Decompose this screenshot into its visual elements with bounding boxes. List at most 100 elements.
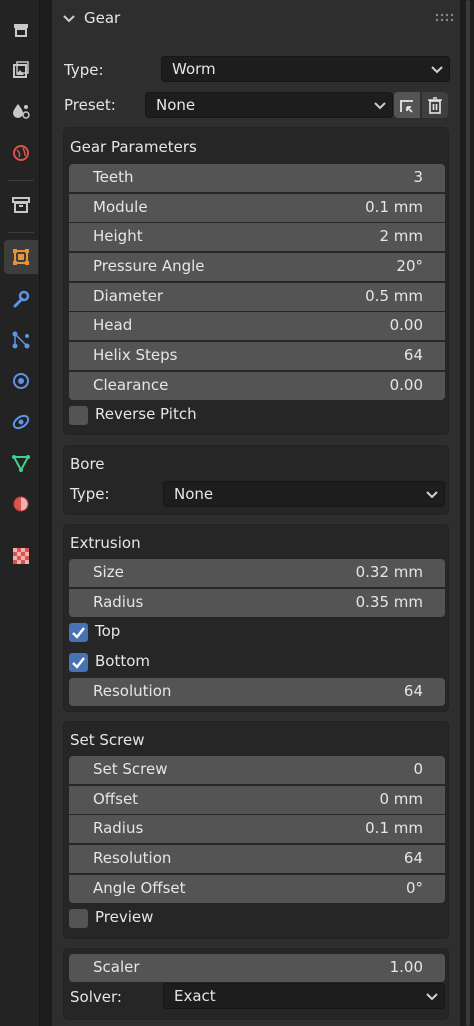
extrusion-resolution-field[interactable]: Resolution 64	[69, 678, 445, 706]
field-value: 2 mm	[379, 227, 423, 246]
tab-constraints[interactable]	[4, 405, 38, 439]
height-field[interactable]: Height 2 mm	[69, 223, 445, 252]
field-label: Set Screw	[93, 760, 168, 778]
physics-icon	[13, 373, 29, 389]
bore-type-value: None	[174, 485, 214, 503]
chevron-down-icon	[431, 66, 443, 74]
radius-field[interactable]: Radius 0.35 mm	[69, 588, 445, 617]
field-label: Radius	[93, 592, 144, 611]
bore-type-label: Type:	[70, 485, 110, 503]
teeth-field[interactable]: Teeth 3	[69, 164, 445, 192]
drag-grip-icon[interactable]	[435, 13, 455, 23]
tab-output[interactable]	[4, 94, 38, 128]
pressure-angle-field[interactable]: Pressure Angle 20°	[69, 253, 445, 282]
preview-checkbox[interactable]	[69, 909, 88, 928]
tab-material[interactable]	[4, 487, 38, 521]
head-field[interactable]: Head 0.00	[69, 312, 445, 341]
texture-icon	[13, 548, 29, 564]
top-checkbox[interactable]	[69, 623, 88, 642]
world-icon	[13, 145, 29, 161]
size-field[interactable]: Size 0.32 mm	[69, 559, 445, 587]
tab-collection[interactable]	[4, 188, 38, 222]
field-value: 0.1 mm	[365, 819, 423, 838]
field-label: Angle Offset	[93, 878, 186, 897]
properties-tab-strip	[0, 0, 40, 1026]
panel-scrollbar[interactable]	[466, 0, 470, 1026]
type-dropdown[interactable]: Worm	[161, 56, 450, 82]
tab-world[interactable]	[4, 136, 38, 170]
field-label: Radius	[93, 819, 144, 838]
mesh-data-icon	[12, 455, 30, 473]
tab-tool[interactable]	[4, 13, 38, 47]
solver-value: Exact	[174, 987, 216, 1005]
preset-label: Preset:	[64, 96, 116, 114]
set-screw-resolution-field[interactable]: Resolution 64	[69, 845, 445, 874]
set-screw-fields: Set Screw 0 Offset 0 mm Radius 0.1 mm Resol…	[69, 756, 445, 904]
gear-parameters-fields: Teeth 3 Module 0.1 mm Height 2 mm Pressure …	[69, 164, 445, 402]
reverse-pitch-label: Reverse Pitch	[95, 405, 197, 423]
tab-data[interactable]	[4, 446, 38, 480]
solver-dropdown[interactable]: Exact	[163, 983, 445, 1009]
reverse-pitch-checkbox[interactable]	[69, 406, 88, 425]
clearance-field[interactable]: Clearance 0.00	[69, 371, 445, 400]
panel-title: Gear	[84, 9, 121, 27]
add-preset-button[interactable]	[394, 92, 420, 118]
field-value: 0°	[405, 878, 423, 897]
add-preset-icon	[400, 100, 413, 113]
extrusion-fields: Size 0.32 mm Radius 0.35 mm	[69, 559, 445, 618]
field-label: Diameter	[93, 286, 164, 305]
field-value: 20°	[396, 257, 423, 276]
field-value: 0.35 mm	[355, 592, 423, 611]
field-value: 0.00	[389, 375, 423, 394]
set-screw-count-field[interactable]: Set Screw 0	[69, 756, 445, 784]
field-label: Pressure Angle	[93, 257, 205, 276]
field-label: Module	[93, 197, 148, 216]
delete-preset-button[interactable]	[422, 92, 448, 118]
field-value: 1.00	[389, 958, 423, 976]
checkmark-icon	[72, 657, 85, 669]
field-label: Size	[93, 563, 124, 581]
bore-type-dropdown[interactable]: None	[163, 481, 445, 507]
scaler-field[interactable]: Scaler 1.00	[69, 954, 445, 982]
offset-field[interactable]: Offset 0 mm	[69, 785, 445, 814]
field-value: 3	[413, 168, 423, 186]
archive-icon	[12, 197, 30, 213]
material-icon	[13, 496, 29, 512]
diameter-field[interactable]: Diameter 0.5 mm	[69, 282, 445, 311]
angle-offset-field[interactable]: Angle Offset 0°	[69, 874, 445, 903]
type-label: Type:	[64, 61, 104, 79]
set-screw-radius-field[interactable]: Radius 0.1 mm	[69, 815, 445, 844]
field-label: Helix Steps	[93, 346, 178, 365]
preview-label: Preview	[95, 908, 154, 926]
tab-object[interactable]	[4, 240, 38, 274]
field-value: 0.00	[389, 316, 423, 335]
chevron-down-icon	[426, 491, 438, 499]
type-value: Worm	[172, 60, 216, 78]
chevron-down-icon	[426, 993, 438, 1001]
tab-texture[interactable]	[4, 539, 38, 573]
bottom-checkbox[interactable]	[69, 653, 88, 672]
module-field[interactable]: Module 0.1 mm	[69, 193, 445, 222]
set-screw-title: Set Screw	[70, 731, 145, 749]
tab-physics[interactable]	[4, 364, 38, 398]
extrusion-resolution-group: Resolution 64	[69, 678, 445, 708]
field-label: Resolution	[93, 682, 172, 700]
scaler-group: Scaler 1.00	[69, 954, 445, 984]
chevron-down-icon[interactable]	[62, 12, 76, 26]
field-value: 64	[403, 346, 423, 365]
object-icon	[13, 249, 29, 265]
preset-value: None	[156, 96, 196, 114]
field-value: 0 mm	[379, 789, 423, 808]
solver-label: Solver:	[70, 988, 122, 1006]
tab-modifier[interactable]	[4, 282, 38, 316]
field-label: Head	[93, 316, 133, 335]
field-label: Height	[93, 227, 143, 246]
helix-steps-field[interactable]: Helix Steps 64	[69, 342, 445, 371]
field-label: Scaler	[93, 958, 140, 976]
checkmark-icon	[72, 627, 85, 639]
tab-render[interactable]	[4, 53, 38, 87]
preset-dropdown[interactable]: None	[145, 92, 393, 118]
wrench-icon	[13, 290, 30, 308]
tab-particles[interactable]	[4, 323, 38, 357]
droplet-icon	[13, 104, 30, 119]
